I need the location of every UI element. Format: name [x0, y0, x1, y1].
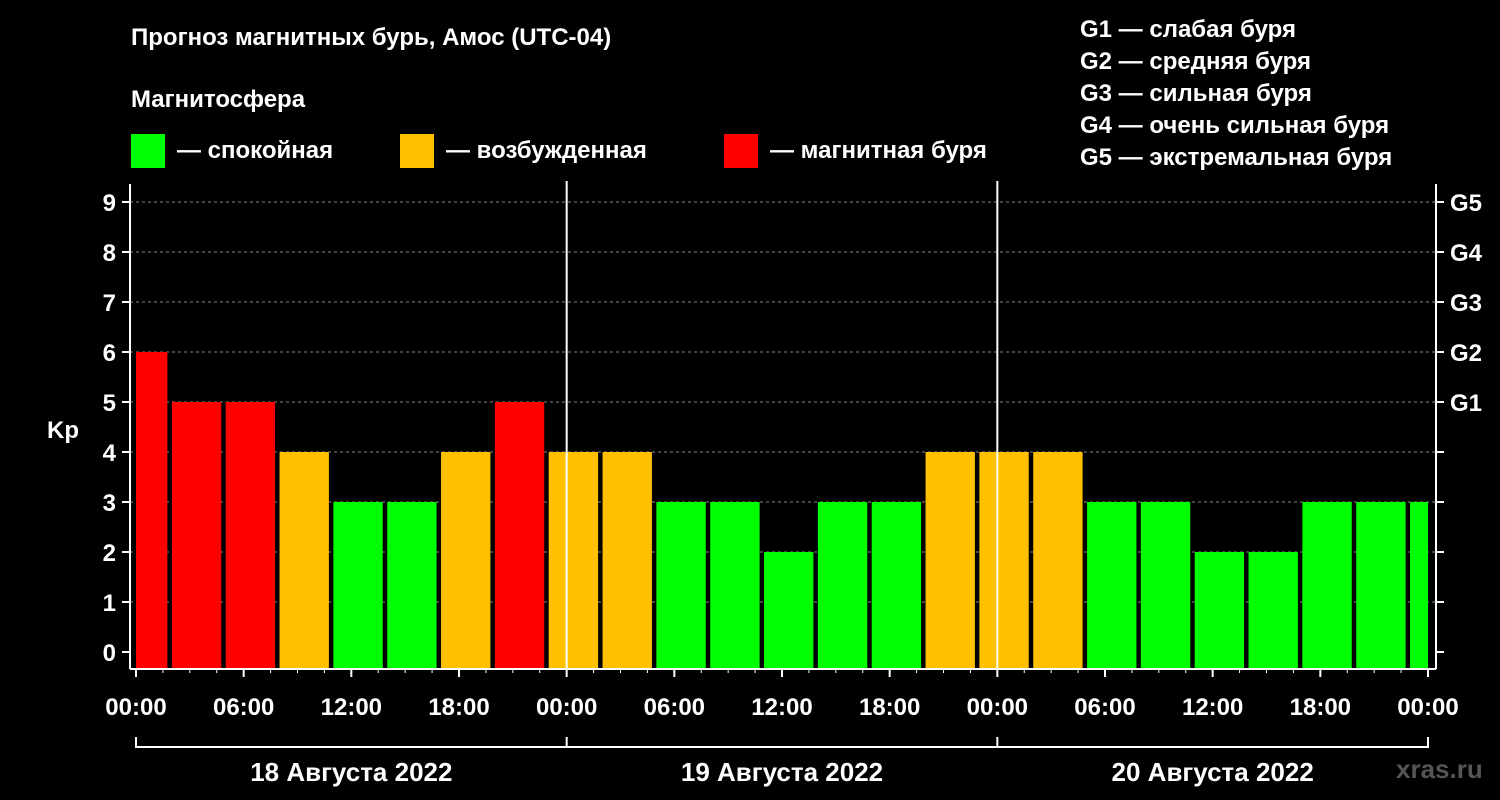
x-tick-label: 00:00 — [1397, 694, 1458, 721]
bar — [1410, 502, 1428, 669]
y-tick-label: 0 — [103, 640, 116, 667]
bar — [871, 502, 922, 669]
bar — [387, 502, 437, 669]
day-label: 19 Августа 2022 — [681, 757, 883, 787]
bar — [548, 452, 599, 669]
bar — [1194, 552, 1245, 669]
bar — [1356, 502, 1406, 669]
bar — [136, 352, 168, 669]
bar — [441, 452, 491, 669]
bar — [764, 552, 814, 669]
bar — [1033, 452, 1083, 669]
g-scale-label: G2 — [1450, 340, 1482, 367]
watermark: xras.ru — [1396, 754, 1483, 784]
x-tick-label: 06:00 — [213, 694, 274, 721]
y-tick-label: 5 — [103, 390, 116, 417]
x-tick-label: 00:00 — [536, 694, 597, 721]
y-axis-label: Kp — [47, 417, 79, 444]
bar — [925, 452, 975, 669]
y-tick-label: 2 — [103, 540, 116, 567]
bar — [1140, 502, 1191, 669]
bar — [1302, 502, 1352, 669]
bar — [1087, 502, 1137, 669]
x-tick-label: 06:00 — [644, 694, 705, 721]
kp-chart: 0 1 2 3 4 5 6 7 8 9 G1 G2 G3 G4 G5 Kp 00:00 06:00 12:00 18:… — [47, 181, 1483, 787]
x-tick-label: 06:00 — [1074, 694, 1135, 721]
bar — [279, 452, 329, 669]
bar — [979, 452, 1029, 669]
y-tick-label: 6 — [103, 340, 116, 367]
g-scale-label: G3 — [1450, 290, 1482, 317]
bar — [656, 502, 706, 669]
x-tick-label: 00:00 — [105, 694, 166, 721]
g-scale-label: G4 — [1450, 240, 1483, 267]
bar — [225, 402, 276, 669]
day-label: 18 Августа 2022 — [250, 757, 452, 787]
bar — [817, 502, 868, 669]
bar — [494, 402, 545, 669]
y-tick-label: 3 — [103, 490, 116, 517]
x-tick-label: 12:00 — [1182, 694, 1243, 721]
bar — [333, 502, 383, 669]
x-tick-label: 12:00 — [321, 694, 382, 721]
bar — [602, 452, 652, 669]
bar — [1248, 552, 1298, 669]
day-label: 20 Августа 2022 — [1112, 757, 1314, 787]
y-tick-label: 8 — [103, 240, 116, 267]
g-scale-label: G5 — [1450, 190, 1482, 217]
y-tick-label: 7 — [103, 290, 116, 317]
x-tick-label: 12:00 — [751, 694, 812, 721]
x-tick-label: 18:00 — [428, 694, 489, 721]
y-tick-label: 9 — [103, 190, 116, 217]
y-tick-label: 1 — [103, 590, 116, 617]
x-tick-label: 18:00 — [859, 694, 920, 721]
bar — [710, 502, 760, 669]
x-tick-label: 18:00 — [1290, 694, 1351, 721]
x-tick-label: 00:00 — [967, 694, 1028, 721]
g-scale-label: G1 — [1450, 390, 1482, 417]
y-tick-label: 4 — [103, 440, 117, 467]
bar — [171, 402, 222, 669]
